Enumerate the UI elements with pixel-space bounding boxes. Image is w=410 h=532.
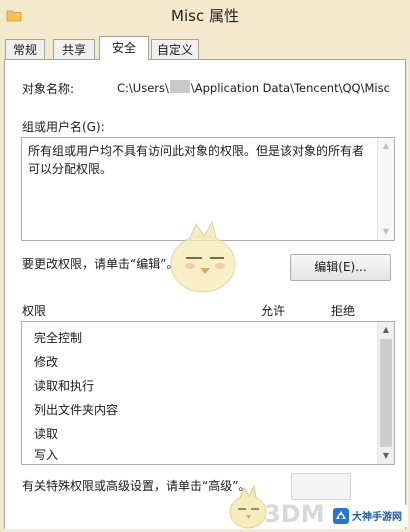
permission-read: 读取 bbox=[34, 427, 59, 441]
group-scrollbar[interactable]: ▲ ▼ bbox=[377, 138, 394, 240]
site-logo-icon bbox=[332, 507, 350, 528]
redacted-username bbox=[169, 80, 190, 93]
tab-customize[interactable]: 自定义 bbox=[151, 39, 199, 59]
object-path-prefix: C:\Users\ bbox=[117, 81, 169, 95]
permission-full-control: 完全控制 bbox=[34, 331, 83, 345]
watermark-3dm: 3DM bbox=[264, 500, 325, 528]
object-path-suffix: \Application Data\Tencent\QQ\Misc bbox=[190, 81, 390, 95]
site-name: 大神手游网 bbox=[352, 512, 402, 523]
permissions-list[interactable]: 完全控制 修改 读取和执行 列出文件夹内容 读取 写入 ▲ ▼ bbox=[21, 321, 395, 465]
permissions-scrollbar[interactable]: ▲ ▼ bbox=[377, 322, 394, 464]
group-label: 组或用户名(G): bbox=[22, 120, 105, 134]
change-permissions-text: 要更改权限，请单击“编辑”。 bbox=[22, 257, 179, 271]
permissions-label: 权限 bbox=[22, 304, 47, 318]
site-badge: 大神手游网 bbox=[330, 505, 408, 527]
scrollbar-thumb[interactable] bbox=[380, 339, 392, 447]
window-title: Misc 属性 bbox=[171, 7, 239, 25]
scroll-down-icon[interactable]: ▼ bbox=[378, 448, 394, 464]
group-message: 所有组或用户均不具有访问此对象的权限。但是该对象的所有者可以分配权限。 bbox=[28, 144, 365, 176]
permission-modify: 修改 bbox=[34, 355, 59, 369]
title-bar[interactable]: Misc 属性 bbox=[0, 0, 410, 34]
deny-header: 拒绝 bbox=[331, 304, 356, 318]
object-name-label: 对象名称: bbox=[22, 82, 75, 96]
tab-sharing[interactable]: 共享 bbox=[53, 39, 95, 59]
tab-strip: 常规 共享 安全 自定义 bbox=[0, 34, 410, 60]
scroll-up-icon[interactable]: ▲ bbox=[378, 322, 394, 338]
permission-list-folder: 列出文件夹内容 bbox=[34, 403, 119, 417]
allow-header: 允许 bbox=[261, 304, 286, 318]
permission-read-execute: 读取和执行 bbox=[34, 379, 95, 393]
advanced-text: 有关特殊权限或高级设置，请单击“高级”。 bbox=[22, 479, 251, 493]
mascot-bird-icon bbox=[160, 218, 250, 301]
advanced-button[interactable] bbox=[291, 473, 351, 500]
tab-security[interactable]: 安全 bbox=[99, 36, 149, 60]
scroll-down-icon[interactable]: ▼ bbox=[378, 224, 394, 240]
tab-general[interactable]: 常规 bbox=[5, 39, 45, 59]
edit-button[interactable]: 编辑(E)... bbox=[290, 254, 391, 281]
permission-write: 写入 bbox=[34, 448, 59, 462]
object-path: C:\Users\ \Application Data\Tencent\QQ\Mi… bbox=[117, 80, 390, 95]
scroll-up-icon[interactable]: ▲ bbox=[378, 138, 394, 154]
